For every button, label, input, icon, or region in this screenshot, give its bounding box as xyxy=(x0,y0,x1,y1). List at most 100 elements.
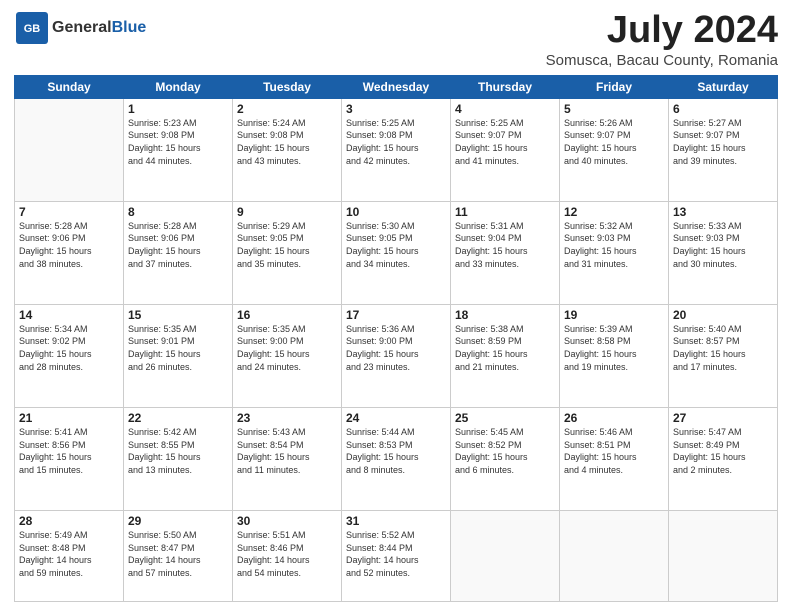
day-number: 8 xyxy=(128,205,228,219)
day-number: 27 xyxy=(673,411,773,425)
header-sunday: Sunday xyxy=(15,75,124,98)
calendar-table: Sunday Monday Tuesday Wednesday Thursday… xyxy=(14,75,778,602)
calendar-cell: 12Sunrise: 5:32 AM Sunset: 9:03 PM Dayli… xyxy=(560,201,669,304)
calendar-cell: 31Sunrise: 5:52 AM Sunset: 8:44 PM Dayli… xyxy=(342,510,451,601)
day-number: 30 xyxy=(237,514,337,528)
day-info: Sunrise: 5:52 AM Sunset: 8:44 PM Dayligh… xyxy=(346,529,446,579)
day-info: Sunrise: 5:45 AM Sunset: 8:52 PM Dayligh… xyxy=(455,426,555,476)
day-number: 22 xyxy=(128,411,228,425)
calendar-cell: 14Sunrise: 5:34 AM Sunset: 9:02 PM Dayli… xyxy=(15,304,124,407)
calendar-cell xyxy=(451,510,560,601)
calendar-cell: 5Sunrise: 5:26 AM Sunset: 9:07 PM Daylig… xyxy=(560,98,669,201)
calendar-cell: 2Sunrise: 5:24 AM Sunset: 9:08 PM Daylig… xyxy=(233,98,342,201)
location: Somusca, Bacau County, Romania xyxy=(546,52,778,69)
day-number: 15 xyxy=(128,308,228,322)
day-number: 3 xyxy=(346,102,446,116)
day-info: Sunrise: 5:41 AM Sunset: 8:56 PM Dayligh… xyxy=(19,426,119,476)
calendar-week-row: 14Sunrise: 5:34 AM Sunset: 9:02 PM Dayli… xyxy=(15,304,778,407)
header-tuesday: Tuesday xyxy=(233,75,342,98)
calendar-cell: 15Sunrise: 5:35 AM Sunset: 9:01 PM Dayli… xyxy=(124,304,233,407)
day-number: 9 xyxy=(237,205,337,219)
day-number: 18 xyxy=(455,308,555,322)
day-number: 17 xyxy=(346,308,446,322)
day-number: 26 xyxy=(564,411,664,425)
calendar-week-row: 28Sunrise: 5:49 AM Sunset: 8:48 PM Dayli… xyxy=(15,510,778,601)
calendar-cell: 18Sunrise: 5:38 AM Sunset: 8:59 PM Dayli… xyxy=(451,304,560,407)
calendar-cell: 17Sunrise: 5:36 AM Sunset: 9:00 PM Dayli… xyxy=(342,304,451,407)
calendar-cell xyxy=(15,98,124,201)
logo-general-text: General xyxy=(52,19,112,37)
calendar-cell: 1Sunrise: 5:23 AM Sunset: 9:08 PM Daylig… xyxy=(124,98,233,201)
day-number: 11 xyxy=(455,205,555,219)
calendar-cell: 4Sunrise: 5:25 AM Sunset: 9:07 PM Daylig… xyxy=(451,98,560,201)
logo: GB GeneralBlue xyxy=(14,10,146,46)
day-number: 10 xyxy=(346,205,446,219)
calendar-cell xyxy=(669,510,778,601)
calendar-cell: 19Sunrise: 5:39 AM Sunset: 8:58 PM Dayli… xyxy=(560,304,669,407)
logo-blue-text: Blue xyxy=(112,19,147,37)
day-info: Sunrise: 5:27 AM Sunset: 9:07 PM Dayligh… xyxy=(673,117,773,167)
day-info: Sunrise: 5:28 AM Sunset: 9:06 PM Dayligh… xyxy=(19,220,119,270)
day-number: 16 xyxy=(237,308,337,322)
calendar-cell: 29Sunrise: 5:50 AM Sunset: 8:47 PM Dayli… xyxy=(124,510,233,601)
day-info: Sunrise: 5:24 AM Sunset: 9:08 PM Dayligh… xyxy=(237,117,337,167)
day-number: 20 xyxy=(673,308,773,322)
day-number: 12 xyxy=(564,205,664,219)
svg-text:GB: GB xyxy=(24,23,41,35)
calendar-cell: 21Sunrise: 5:41 AM Sunset: 8:56 PM Dayli… xyxy=(15,407,124,510)
day-info: Sunrise: 5:26 AM Sunset: 9:07 PM Dayligh… xyxy=(564,117,664,167)
day-number: 13 xyxy=(673,205,773,219)
day-info: Sunrise: 5:29 AM Sunset: 9:05 PM Dayligh… xyxy=(237,220,337,270)
header-wednesday: Wednesday xyxy=(342,75,451,98)
day-number: 6 xyxy=(673,102,773,116)
day-info: Sunrise: 5:31 AM Sunset: 9:04 PM Dayligh… xyxy=(455,220,555,270)
day-number: 1 xyxy=(128,102,228,116)
day-number: 25 xyxy=(455,411,555,425)
day-info: Sunrise: 5:33 AM Sunset: 9:03 PM Dayligh… xyxy=(673,220,773,270)
calendar-cell: 20Sunrise: 5:40 AM Sunset: 8:57 PM Dayli… xyxy=(669,304,778,407)
day-info: Sunrise: 5:46 AM Sunset: 8:51 PM Dayligh… xyxy=(564,426,664,476)
day-number: 14 xyxy=(19,308,119,322)
calendar-cell: 10Sunrise: 5:30 AM Sunset: 9:05 PM Dayli… xyxy=(342,201,451,304)
month-title: July 2024 xyxy=(546,10,778,52)
day-number: 7 xyxy=(19,205,119,219)
day-info: Sunrise: 5:47 AM Sunset: 8:49 PM Dayligh… xyxy=(673,426,773,476)
day-info: Sunrise: 5:25 AM Sunset: 9:07 PM Dayligh… xyxy=(455,117,555,167)
logo-icon: GB xyxy=(14,10,50,46)
day-info: Sunrise: 5:35 AM Sunset: 9:00 PM Dayligh… xyxy=(237,323,337,373)
calendar-week-row: 1Sunrise: 5:23 AM Sunset: 9:08 PM Daylig… xyxy=(15,98,778,201)
calendar-cell: 24Sunrise: 5:44 AM Sunset: 8:53 PM Dayli… xyxy=(342,407,451,510)
day-number: 31 xyxy=(346,514,446,528)
day-info: Sunrise: 5:25 AM Sunset: 9:08 PM Dayligh… xyxy=(346,117,446,167)
title-block: July 2024 Somusca, Bacau County, Romania xyxy=(546,10,778,69)
calendar-week-row: 7Sunrise: 5:28 AM Sunset: 9:06 PM Daylig… xyxy=(15,201,778,304)
day-info: Sunrise: 5:44 AM Sunset: 8:53 PM Dayligh… xyxy=(346,426,446,476)
calendar-cell: 13Sunrise: 5:33 AM Sunset: 9:03 PM Dayli… xyxy=(669,201,778,304)
header-monday: Monday xyxy=(124,75,233,98)
header-thursday: Thursday xyxy=(451,75,560,98)
calendar-cell: 23Sunrise: 5:43 AM Sunset: 8:54 PM Dayli… xyxy=(233,407,342,510)
header-friday: Friday xyxy=(560,75,669,98)
day-info: Sunrise: 5:30 AM Sunset: 9:05 PM Dayligh… xyxy=(346,220,446,270)
day-number: 21 xyxy=(19,411,119,425)
calendar-cell: 16Sunrise: 5:35 AM Sunset: 9:00 PM Dayli… xyxy=(233,304,342,407)
day-info: Sunrise: 5:49 AM Sunset: 8:48 PM Dayligh… xyxy=(19,529,119,579)
day-info: Sunrise: 5:36 AM Sunset: 9:00 PM Dayligh… xyxy=(346,323,446,373)
day-info: Sunrise: 5:38 AM Sunset: 8:59 PM Dayligh… xyxy=(455,323,555,373)
calendar-cell xyxy=(560,510,669,601)
calendar-cell: 25Sunrise: 5:45 AM Sunset: 8:52 PM Dayli… xyxy=(451,407,560,510)
day-info: Sunrise: 5:23 AM Sunset: 9:08 PM Dayligh… xyxy=(128,117,228,167)
day-info: Sunrise: 5:40 AM Sunset: 8:57 PM Dayligh… xyxy=(673,323,773,373)
weekday-header-row: Sunday Monday Tuesday Wednesday Thursday… xyxy=(15,75,778,98)
day-info: Sunrise: 5:42 AM Sunset: 8:55 PM Dayligh… xyxy=(128,426,228,476)
day-info: Sunrise: 5:51 AM Sunset: 8:46 PM Dayligh… xyxy=(237,529,337,579)
page: GB GeneralBlue July 2024 Somusca, Bacau … xyxy=(0,0,792,612)
calendar-cell: 22Sunrise: 5:42 AM Sunset: 8:55 PM Dayli… xyxy=(124,407,233,510)
calendar-cell: 11Sunrise: 5:31 AM Sunset: 9:04 PM Dayli… xyxy=(451,201,560,304)
day-number: 23 xyxy=(237,411,337,425)
day-info: Sunrise: 5:35 AM Sunset: 9:01 PM Dayligh… xyxy=(128,323,228,373)
calendar-cell: 27Sunrise: 5:47 AM Sunset: 8:49 PM Dayli… xyxy=(669,407,778,510)
day-number: 19 xyxy=(564,308,664,322)
day-number: 24 xyxy=(346,411,446,425)
header: GB GeneralBlue July 2024 Somusca, Bacau … xyxy=(14,10,778,69)
